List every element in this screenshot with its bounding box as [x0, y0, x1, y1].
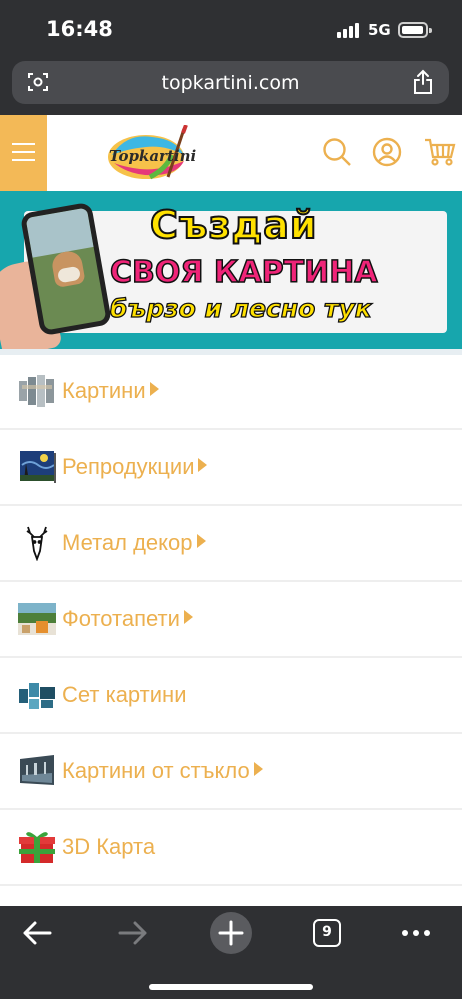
banner-tagline: бързо и лесно тук — [109, 293, 372, 323]
signal-icon — [337, 22, 363, 38]
back-icon[interactable] — [22, 920, 52, 946]
account-icon[interactable] — [372, 137, 402, 167]
status-bar: 16:48 5G — [0, 0, 462, 58]
menu-item-label: Картини — [62, 378, 146, 403]
menu-item-3d-karta[interactable]: 3D Карта — [0, 811, 462, 886]
address-bar[interactable]: topkartini.com — [12, 61, 449, 104]
deer-head-icon — [26, 526, 48, 561]
menu-item-metal-dekor[interactable]: Метал декор — [0, 507, 462, 582]
wallpaper-thumb-icon — [18, 603, 56, 635]
menu-item-reproduktsii[interactable]: Репродукции — [0, 431, 462, 506]
site-header: Topkartini — [0, 115, 462, 191]
network-type: 5G — [368, 21, 391, 39]
menu-item-label: Репродукции — [62, 454, 195, 479]
hamburger-menu-button[interactable] — [0, 115, 47, 191]
menu-item-kartini[interactable]: Картини — [0, 355, 462, 430]
search-icon[interactable] — [322, 137, 352, 167]
status-time: 16:48 — [46, 17, 113, 41]
more-icon[interactable] — [401, 929, 431, 937]
menu-item-partial[interactable] — [0, 887, 462, 906]
new-tab-icon[interactable] — [209, 911, 253, 955]
menu-item-label: Сет картини — [62, 682, 187, 707]
submenu-arrow-icon[interactable] — [196, 534, 206, 548]
browser-toolbar: 9 — [0, 906, 462, 999]
submenu-arrow-icon[interactable] — [198, 458, 208, 472]
battery-icon — [398, 22, 432, 38]
category-menu: Картини Репродукции Метал декор Фототапе… — [0, 355, 462, 906]
cart-icon[interactable] — [424, 137, 456, 167]
menu-item-label: Метал декор — [62, 530, 193, 555]
logo-text: Topkartini — [109, 147, 197, 165]
paintings-thumb-icon — [19, 375, 54, 407]
browser-address-area: topkartini.com — [0, 58, 462, 115]
forward-icon[interactable] — [118, 920, 148, 946]
share-icon[interactable] — [411, 69, 435, 95]
painting-set-thumb-icon — [19, 683, 55, 709]
url-text[interactable]: topkartini.com — [12, 72, 449, 94]
promo-banner[interactable]: Създай СВОЯ КАРТИНА бързо и лесно тук — [0, 191, 462, 349]
tabs-icon[interactable]: 9 — [313, 919, 341, 947]
menu-item-label: Картини от стъкло — [62, 758, 250, 783]
menu-item-set-kartini[interactable]: Сет картини — [0, 659, 462, 734]
menu-item-fototapeti[interactable]: Фототапети — [0, 583, 462, 658]
menu-item-label: 3D Карта — [62, 834, 156, 859]
submenu-arrow-icon[interactable] — [149, 382, 159, 396]
gift-box-icon — [19, 832, 55, 863]
glass-painting-thumb-icon — [20, 755, 54, 785]
menu-item-kartini-ot-staklo[interactable]: Картини от стъкло — [0, 735, 462, 810]
banner-heading: Създай — [149, 202, 318, 248]
banner-subheading: СВОЯ КАРТИНА — [109, 254, 378, 291]
site-logo[interactable]: Topkartini — [106, 124, 196, 183]
menu-item-label: Фототапети — [62, 606, 180, 631]
home-indicator — [149, 984, 313, 990]
submenu-arrow-icon[interactable] — [253, 762, 263, 776]
submenu-arrow-icon[interactable] — [183, 610, 193, 624]
starry-night-thumb-icon — [20, 451, 56, 483]
